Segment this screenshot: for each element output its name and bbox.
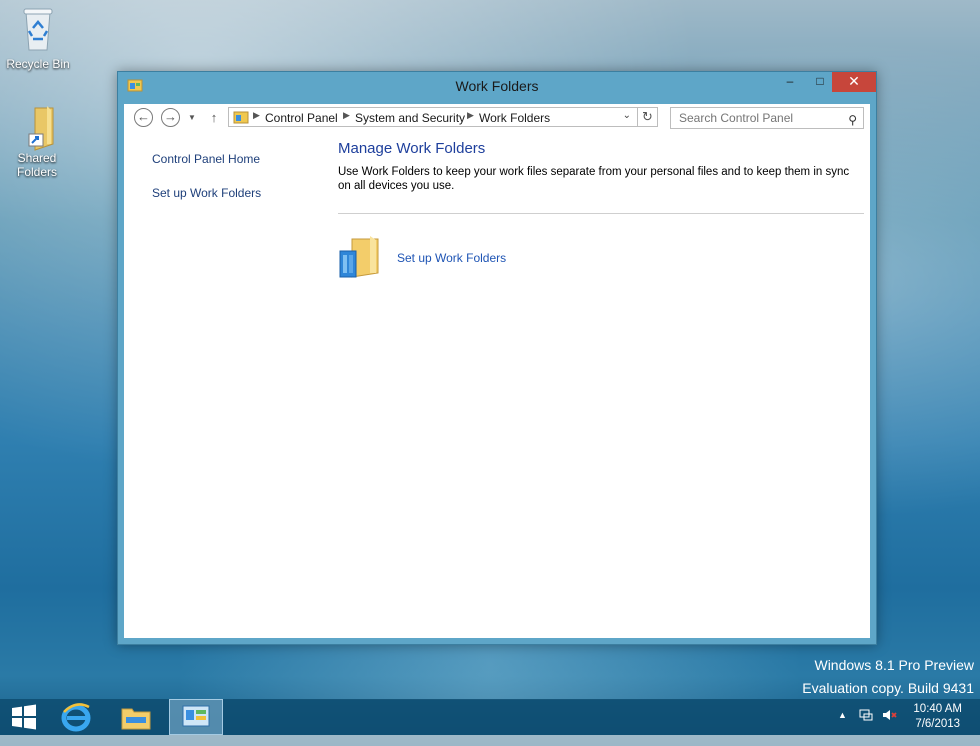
divider: [338, 213, 864, 214]
search-input[interactable]: [679, 108, 839, 128]
refresh-button[interactable]: ↻: [638, 107, 658, 127]
maximize-button[interactable]: □: [806, 72, 834, 92]
control-panel-taskbar-button[interactable]: [169, 699, 223, 735]
search-icon[interactable]: ⚲: [848, 110, 857, 130]
work-folders-icon[interactable]: [336, 233, 384, 286]
breadcrumb-control-panel[interactable]: Control Panel: [265, 111, 338, 125]
volume-muted-icon[interactable]: [881, 707, 897, 743]
taskbar: ▲ 10:40 AM 7/6/2013: [0, 699, 980, 735]
watermark-edition: Windows 8.1 Pro Preview: [814, 657, 974, 673]
control-panel-path-icon: [233, 110, 249, 127]
sidebar-item-set-up-work-folders[interactable]: Set up Work Folders: [152, 186, 261, 200]
recycle-bin-desktop-icon[interactable]: Recycle Bin: [2, 6, 74, 71]
breadcrumb[interactable]: ▶ Control Panel ▶ System and Security ▶ …: [228, 107, 638, 127]
internet-explorer-button[interactable]: [52, 699, 100, 735]
content-pane: Control Panel Home Set up Work Folders M…: [124, 132, 870, 638]
chevron-right-icon: ▶: [253, 110, 260, 120]
shared-folders-desktop-icon[interactable]: Shared Folders: [1, 104, 73, 179]
shared-folders-label: Shared Folders: [16, 151, 57, 179]
clock-time: 10:40 AM: [913, 703, 962, 715]
clock-date: 7/6/2013: [915, 718, 961, 730]
window-title: Work Folders: [455, 78, 539, 94]
chevron-right-icon: ▶: [343, 110, 350, 120]
up-button[interactable]: ↑: [204, 108, 224, 128]
internet-explorer-icon: [61, 703, 91, 732]
page-title: Manage Work Folders: [338, 140, 486, 157]
windows-logo-icon: [12, 704, 36, 730]
network-icon[interactable]: [858, 707, 874, 743]
watermark-build: Evaluation copy. Build 9431: [802, 680, 974, 696]
control-panel-icon: [182, 705, 210, 727]
work-folders-window: Work Folders – □ ✕ ← → ▼ ↑ ▶ Control Pan…: [117, 71, 877, 645]
back-button[interactable]: ←: [134, 108, 153, 127]
show-hidden-icons-button[interactable]: ▲: [838, 710, 847, 746]
address-bar: ← → ▼ ↑ ▶ Control Panel ▶ System and Sec…: [124, 104, 870, 132]
recent-locations-dropdown[interactable]: ▼: [182, 108, 202, 128]
page-description: Use Work Folders to keep your work files…: [338, 166, 850, 192]
minimize-button[interactable]: –: [776, 72, 804, 92]
recycle-bin-icon: [2, 6, 74, 55]
breadcrumb-work-folders[interactable]: Work Folders: [479, 111, 550, 125]
forward-button[interactable]: →: [161, 108, 180, 127]
file-explorer-button[interactable]: [112, 699, 160, 735]
title-bar[interactable]: Work Folders – □ ✕: [118, 72, 876, 100]
search-box: ⚲: [670, 107, 864, 129]
shortcut-folder-icon: [1, 104, 73, 157]
sidebar-item-control-panel-home[interactable]: Control Panel Home: [152, 152, 260, 166]
clock[interactable]: 10:40 AM 7/6/2013: [913, 702, 962, 732]
chevron-right-icon: ▶: [467, 110, 474, 120]
file-explorer-icon: [121, 708, 151, 730]
set-up-work-folders-link[interactable]: Set up Work Folders: [397, 251, 506, 265]
breadcrumb-system-and-security[interactable]: System and Security: [355, 111, 465, 125]
close-button[interactable]: ✕: [832, 72, 876, 92]
start-button[interactable]: [0, 699, 48, 735]
recycle-bin-label: Recycle Bin: [6, 57, 70, 71]
address-dropdown-icon[interactable]: ⌄: [623, 110, 631, 121]
